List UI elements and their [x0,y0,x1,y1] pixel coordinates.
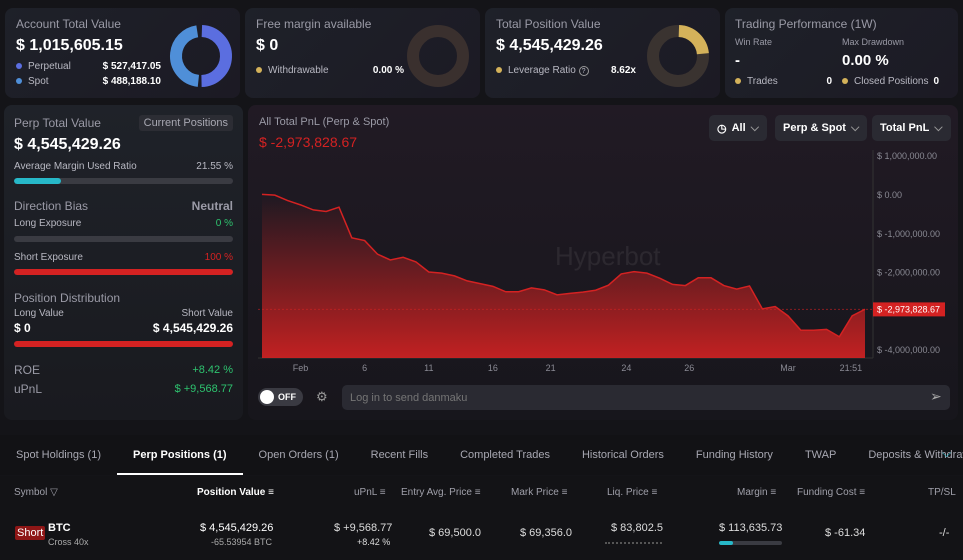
x-tick-label: 6 [362,363,367,373]
tab-completed-trades[interactable]: Completed Trades [444,435,566,475]
tab-recent-fills[interactable]: Recent Fills [355,435,444,475]
col-margin[interactable]: Margin ≡ [737,487,776,498]
y-tick-label: $ -2,000,000.00 [877,268,940,278]
col-mark-price[interactable]: Mark Price ≡ [511,487,567,498]
tab-historical-orders[interactable]: Historical Orders [566,435,680,475]
watermark-logo: Hyperbot [555,241,661,271]
x-tick-label: 21 [546,363,556,373]
tab-open-orders[interactable]: Open Orders (1) [243,435,355,475]
danmaku-toggle[interactable]: OFF [258,388,303,406]
x-tick-label: 21:51 [840,363,863,373]
liq-price: $ 83,802.5 [611,522,663,534]
upnl: $ +9,568.77 [334,522,393,534]
x-tick-label: 16 [488,363,498,373]
col-tpsl[interactable]: TP/SL [928,487,956,498]
upnl-label: uPnL [14,382,43,396]
x-tick-label: Feb [293,363,309,373]
y-tick-label: $ 1,000,000.00 [877,151,937,161]
tab-funding-history[interactable]: Funding History [680,435,789,475]
danmaku-input[interactable] [342,385,950,410]
margin-bar [719,541,782,545]
margin-value: $ 113,635.73 [719,522,783,534]
x-tick-label: 11 [424,363,433,373]
funding-cost: $ -61.34 [825,527,866,539]
tab-perp-positions[interactable]: Perp Positions (1) [117,435,243,475]
pnl-area-chart: Hyperbot $ 1,000,000.00 $ 0.00 $ -1,000,00… [258,150,945,373]
upnl-value: $ +9,568.77 [174,383,233,395]
tabs-expand-icon[interactable]: ⌵ [942,446,951,461]
side-badge: Short [15,526,46,540]
y-tick-label: $ 0.00 [877,190,902,200]
margin-mode: Cross 40x [48,537,89,547]
x-tick-label: Mar [780,363,796,373]
y-tick-label: $ -4,000,000.00 [877,345,940,355]
entry-price: $ 69,500.0 [429,527,481,539]
tpsl[interactable]: -/- [939,527,949,539]
pnl-area [262,194,865,358]
current-value-label: $ -2,973,828.67 [877,304,940,314]
col-funding-cost[interactable]: Funding Cost ≡ [797,487,865,498]
col-liq-price[interactable]: Liq. Price ≡ [607,487,657,498]
upnl-percent: +8.42 % [357,537,391,547]
danmaku-settings-icon[interactable]: ⚙ [316,389,328,405]
send-icon[interactable]: ➢ [930,388,942,405]
position-value: $ 4,545,429.26 [200,522,274,534]
col-symbol[interactable]: Symbol ▽ [14,487,58,498]
position-size: -65.53954 BTC [211,537,273,547]
col-entry-price[interactable]: Entry Avg. Price ≡ [401,487,481,498]
x-tick-label: 26 [684,363,694,373]
positions-tabs: Spot Holdings (1) Perp Positions (1) Open … [0,435,963,475]
y-tick-label: $ -1,000,000.00 [877,229,940,239]
x-tick-label: 24 [621,363,631,373]
col-upnl[interactable]: uPnL ≡ [354,487,386,498]
col-position-value[interactable]: Position Value ≡ [197,487,274,498]
symbol: BTC [48,522,71,534]
tab-twap[interactable]: TWAP [789,435,852,475]
mark-price: $ 69,356.0 [520,527,572,539]
tab-spot-holdings[interactable]: Spot Holdings (1) [0,435,117,475]
liq-distance-bar [605,542,662,544]
